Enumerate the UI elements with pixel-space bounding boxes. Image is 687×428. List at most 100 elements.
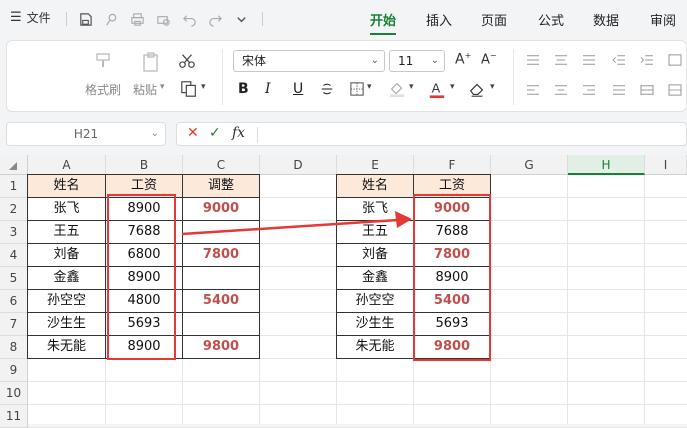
column-header-a[interactable]: A <box>28 155 106 175</box>
header-cell[interactable]: 调整 <box>183 175 259 197</box>
table-cell[interactable]: 孙空空 <box>337 290 413 312</box>
select-all-corner[interactable] <box>0 155 28 175</box>
fill-color-icon[interactable] <box>387 79 407 99</box>
row-header-9[interactable]: 9 <box>0 359 28 382</box>
chevron-down-icon[interactable] <box>232 10 250 28</box>
confirm-icon[interactable]: ✓ <box>209 125 221 141</box>
print-icon[interactable] <box>128 10 146 28</box>
row-header-3[interactable]: 3 <box>0 221 28 244</box>
table-cell[interactable]: 刘备 <box>28 244 105 266</box>
print-preview-icon[interactable] <box>154 10 172 28</box>
formula-input[interactable]: ✕ ✓ fx <box>176 122 687 146</box>
format-painter-button[interactable]: 格式刷 <box>85 81 121 98</box>
row-header-6[interactable]: 6 <box>0 290 28 313</box>
table-cell[interactable]: 沙生生 <box>337 313 413 335</box>
chevron-down-icon[interactable]: ▾ <box>160 82 165 92</box>
column-header-f[interactable]: F <box>414 155 491 175</box>
align-center-icon[interactable] <box>553 83 569 97</box>
table-cell[interactable]: 沙生生 <box>28 313 105 335</box>
paste-button[interactable]: 粘贴 <box>133 81 157 98</box>
export-pdf-icon[interactable] <box>102 10 120 28</box>
align-bottom-icon[interactable] <box>581 53 597 67</box>
table-cell[interactable]: 张飞 <box>28 198 105 220</box>
align-top-icon[interactable] <box>525 53 541 67</box>
file-menu-label: 文件 <box>26 11 51 25</box>
table-cell[interactable]: 朱无能 <box>28 336 105 358</box>
table-cell[interactable]: 刘备 <box>337 244 413 266</box>
decrease-indent-icon[interactable] <box>611 53 627 67</box>
tab-data[interactable]: 数据 <box>593 10 619 29</box>
column-header-g[interactable]: G <box>491 155 568 175</box>
column-header-b[interactable]: B <box>106 155 183 175</box>
italic-icon[interactable]: I <box>265 81 271 97</box>
row-header-10[interactable]: 10 <box>0 382 28 405</box>
table-cell[interactable]: 金鑫 <box>28 267 105 289</box>
row-header-1[interactable]: 1 <box>0 175 28 198</box>
bold-icon[interactable]: B <box>238 81 249 97</box>
chevron-down-icon[interactable]: ▾ <box>490 82 495 92</box>
cancel-icon[interactable]: ✕ <box>187 125 199 141</box>
font-name-value: 宋体 <box>242 54 267 68</box>
table-cell[interactable]: 王五 <box>28 221 105 243</box>
align-right-icon[interactable] <box>581 83 597 97</box>
font-size-select[interactable]: 11 ⌄ <box>389 50 445 72</box>
tab-formula[interactable]: 公式 <box>538 10 564 29</box>
chevron-down-icon[interactable]: ▾ <box>367 82 372 92</box>
table-cell[interactable]: 金鑫 <box>337 267 413 289</box>
row-header-11[interactable]: 11 <box>0 405 28 428</box>
chevron-down-icon[interactable]: ⌄ <box>151 123 159 145</box>
name-box[interactable]: H21 ⌄ <box>6 122 166 146</box>
scissors-icon[interactable] <box>177 51 197 71</box>
row-header-7[interactable]: 7 <box>0 313 28 336</box>
tab-page[interactable]: 页面 <box>481 10 507 29</box>
column-header-d[interactable]: D <box>260 155 337 175</box>
justify-icon[interactable] <box>611 83 627 97</box>
header-cell[interactable]: 姓名 <box>28 175 105 197</box>
table-cell[interactable]: 9000 <box>183 198 259 220</box>
strikethrough-icon[interactable] <box>319 81 335 97</box>
header-cell[interactable]: 姓名 <box>337 175 413 197</box>
column-header-c[interactable]: C <box>183 155 260 175</box>
table-cell[interactable]: 朱无能 <box>337 336 413 358</box>
chevron-down-icon[interactable]: ▾ <box>450 82 455 92</box>
save-icon[interactable] <box>76 10 94 28</box>
undo-icon[interactable] <box>180 10 198 28</box>
increase-font-icon[interactable]: A+ <box>455 51 471 68</box>
table-cell[interactable]: 7800 <box>183 244 259 266</box>
row-header-4[interactable]: 4 <box>0 244 28 267</box>
merge-cells-icon[interactable] <box>667 83 683 97</box>
copy-icon[interactable] <box>179 79 199 99</box>
row-header-5[interactable]: 5 <box>0 267 28 290</box>
font-name-select[interactable]: 宋体 ⌄ <box>233 50 385 72</box>
tab-review[interactable]: 审阅 <box>650 10 676 29</box>
wrap-text-icon[interactable] <box>667 53 683 67</box>
decrease-font-icon[interactable]: A− <box>481 51 497 67</box>
insert-function-button[interactable]: fx <box>232 125 245 141</box>
align-middle-icon[interactable] <box>553 53 569 67</box>
file-menu[interactable]: ☰ 文件 <box>10 9 51 26</box>
table-cell[interactable]: 张飞 <box>337 198 413 220</box>
table-cell[interactable]: 5400 <box>183 290 259 312</box>
row-header-2[interactable]: 2 <box>0 198 28 221</box>
spreadsheet-grid[interactable]: A B C D E F G H I 1 2 3 4 5 6 7 8 9 10 11 姓名 工资 调整 张飞 8900 9000 王五… <box>0 155 687 428</box>
tab-insert[interactable]: 插入 <box>426 10 452 29</box>
column-header-h[interactable]: H <box>568 155 645 175</box>
distributed-icon[interactable] <box>639 83 655 97</box>
row-header-8[interactable]: 8 <box>0 336 28 359</box>
table-cell[interactable]: 9800 <box>183 336 259 358</box>
chevron-down-icon[interactable]: ▾ <box>409 82 414 92</box>
font-color-icon[interactable]: A <box>427 79 447 101</box>
tab-home[interactable]: 开始 <box>370 10 396 29</box>
redo-icon[interactable] <box>206 10 224 28</box>
table-cell[interactable]: 孙空空 <box>28 290 105 312</box>
increase-indent-icon[interactable] <box>639 53 655 67</box>
column-header-e[interactable]: E <box>337 155 414 175</box>
eraser-icon[interactable] <box>467 79 487 99</box>
column-header-i[interactable]: I <box>645 155 687 175</box>
gridline <box>28 404 687 405</box>
align-left-icon[interactable] <box>525 83 541 97</box>
chevron-down-icon[interactable]: ▾ <box>201 82 206 92</box>
table-cell[interactable]: 王五 <box>337 221 413 243</box>
borders-icon[interactable] <box>349 81 365 97</box>
underline-icon[interactable]: U <box>293 81 303 97</box>
